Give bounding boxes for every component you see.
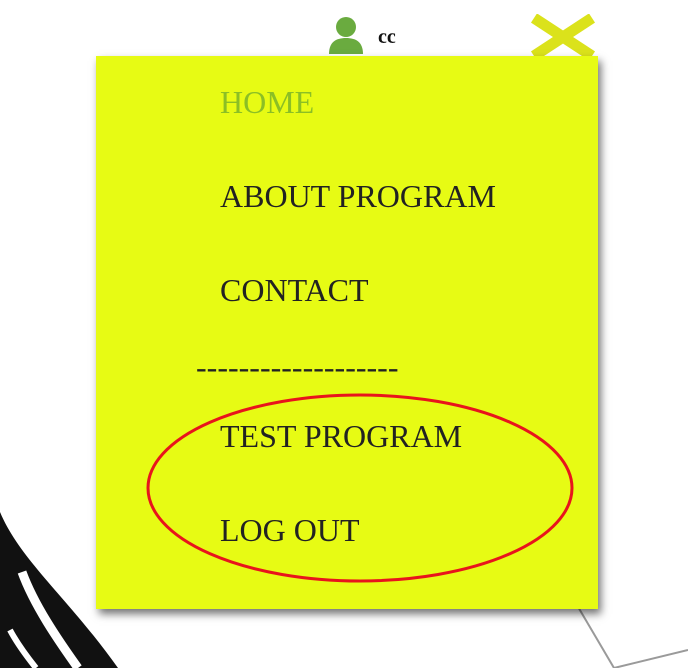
menu-item-log-out[interactable]: LOG OUT [220, 512, 360, 548]
user-name: cc [378, 25, 396, 48]
person-icon [329, 17, 363, 54]
navigation-menu: HOME ABOUT PROGRAM CONTACT -------------… [96, 56, 598, 609]
menu-item-home[interactable]: HOME [220, 84, 314, 120]
menu-item-contact[interactable]: CONTACT [220, 272, 369, 308]
user-info[interactable]: cc [326, 14, 396, 54]
close-menu-button[interactable] [528, 14, 598, 58]
menu-separator: ------------------- [196, 349, 399, 385]
close-x-icon [530, 14, 596, 58]
menu-item-test-program[interactable]: TEST PROGRAM [220, 418, 462, 454]
menu-item-about-program[interactable]: ABOUT PROGRAM [220, 178, 496, 214]
